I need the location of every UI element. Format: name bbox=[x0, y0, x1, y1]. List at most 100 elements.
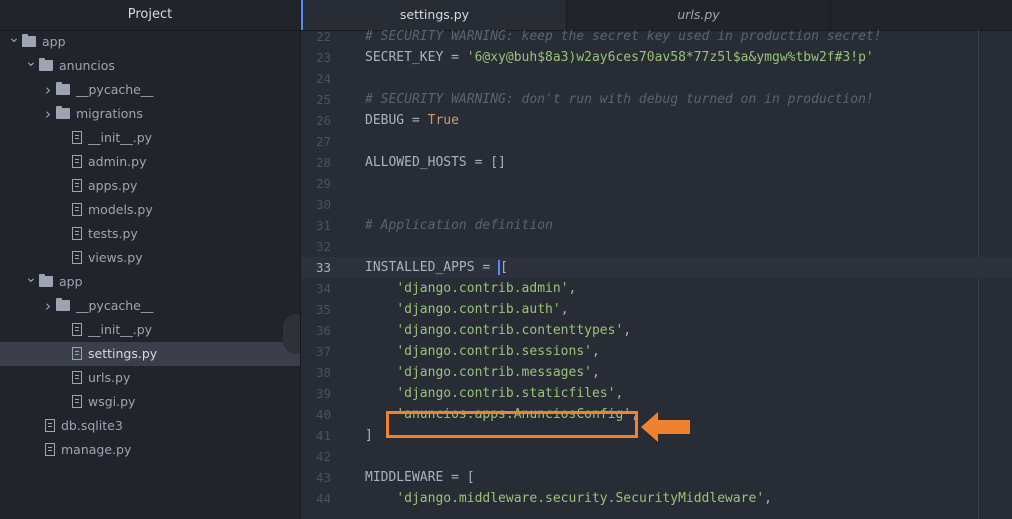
folder-icon bbox=[56, 106, 70, 119]
code-text: DEBUG = True bbox=[365, 113, 459, 128]
resize-handle[interactable] bbox=[283, 314, 300, 354]
code-line[interactable]: 42 bbox=[301, 446, 1012, 467]
code-line[interactable]: 30 bbox=[301, 194, 1012, 215]
code-line[interactable]: 22 # SECURITY WARNING: keep the secret ke… bbox=[301, 30, 1012, 47]
tree-item-label: urls.py bbox=[88, 370, 131, 385]
tree-file[interactable]: manage.py bbox=[0, 438, 300, 462]
code-text: 'django.contrib.auth', bbox=[396, 302, 569, 317]
tree-item-label: admin.py bbox=[88, 154, 147, 169]
tree-item-label: app bbox=[42, 34, 66, 49]
code-line[interactable]: 37 'django.contrib.sessions', bbox=[301, 341, 1012, 362]
code-line[interactable]: 35 'django.contrib.auth', bbox=[301, 299, 1012, 320]
tree-item-label: __init__.py bbox=[88, 130, 153, 145]
code-line[interactable]: 23 SECRET_KEY = '6@xy@buh$8a3)w2ay6ces70a… bbox=[301, 47, 1012, 68]
line-number: 36 bbox=[315, 323, 331, 338]
code-text: # Application definition bbox=[365, 218, 553, 233]
line-number: 31 bbox=[315, 218, 331, 233]
tree-file[interactable]: db.sqlite3 bbox=[0, 414, 300, 438]
line-number: 42 bbox=[315, 449, 331, 464]
code-text: ] bbox=[365, 428, 373, 443]
tree-file[interactable]: __init__.py bbox=[0, 126, 300, 150]
file-icon bbox=[45, 419, 55, 432]
code-text: 'django.contrib.messages', bbox=[396, 365, 600, 380]
tree-folder[interactable]: › migrations bbox=[0, 102, 300, 126]
line-number: 35 bbox=[315, 302, 331, 317]
line-number: 33 bbox=[315, 260, 331, 275]
tab-urls-py[interactable]: urls.py bbox=[566, 0, 831, 30]
tree-file[interactable]: wsgi.py bbox=[0, 390, 300, 414]
line-number: 28 bbox=[315, 155, 331, 170]
tree-file[interactable]: apps.py bbox=[0, 174, 300, 198]
code-line[interactable]: 36 'django.contrib.contenttypes', bbox=[301, 320, 1012, 341]
tree-file[interactable]: models.py bbox=[0, 198, 300, 222]
line-number: 25 bbox=[315, 92, 331, 107]
tree-file[interactable]: views.py bbox=[0, 246, 300, 270]
tree-item-label: manage.py bbox=[61, 442, 132, 457]
tree-file[interactable]: settings.py bbox=[0, 342, 300, 366]
code-line[interactable]: 39 'django.contrib.staticfiles', bbox=[301, 383, 1012, 404]
chevron-right-icon[interactable]: › bbox=[42, 78, 54, 102]
line-number: 41 bbox=[315, 428, 331, 443]
tree-item-label: views.py bbox=[88, 250, 143, 265]
line-number: 23 bbox=[315, 50, 331, 65]
code-line[interactable]: 44 'django.middleware.security.SecurityM… bbox=[301, 488, 1012, 509]
file-tree: ⌄ app ⌄ anuncios › __pycache__ › migrations __in… bbox=[0, 30, 300, 462]
tree-item-label: anuncios bbox=[59, 58, 115, 73]
chevron-right-icon[interactable]: › bbox=[42, 102, 54, 126]
tree-file[interactable]: __init__.py bbox=[0, 318, 300, 342]
arrow-left-icon bbox=[641, 412, 690, 442]
code-text: # SECURITY WARNING: don't run with debug… bbox=[365, 92, 874, 107]
code-line[interactable]: 27 bbox=[301, 131, 1012, 152]
folder-icon bbox=[22, 34, 36, 47]
tree-file[interactable]: tests.py bbox=[0, 222, 300, 246]
tree-item-label: migrations bbox=[76, 106, 143, 121]
tree-folder[interactable]: ⌄ anuncios bbox=[0, 54, 300, 78]
code-line[interactable]: 25 # SECURITY WARNING: don't run with deb… bbox=[301, 89, 1012, 110]
code-line[interactable]: 38 'django.contrib.messages', bbox=[301, 362, 1012, 383]
line-number: 34 bbox=[315, 281, 331, 296]
line-number: 44 bbox=[315, 491, 331, 506]
folder-icon bbox=[39, 58, 53, 71]
tree-folder[interactable]: › __pycache__ bbox=[0, 294, 300, 318]
tab-settings-py[interactable]: settings.py bbox=[301, 0, 566, 30]
file-icon bbox=[72, 131, 82, 144]
code-line[interactable]: 32 bbox=[301, 236, 1012, 257]
code-text: 'django.contrib.sessions', bbox=[396, 344, 600, 359]
code-line[interactable]: 29 bbox=[301, 173, 1012, 194]
file-icon bbox=[72, 323, 82, 336]
tree-folder[interactable]: ⌄ app bbox=[0, 30, 300, 54]
code-line[interactable]: 24 bbox=[301, 68, 1012, 89]
file-icon bbox=[72, 371, 82, 384]
tree-item-label: app bbox=[59, 274, 83, 289]
line-number: 24 bbox=[315, 71, 331, 86]
chevron-down-icon[interactable]: ⌄ bbox=[8, 26, 20, 50]
tree-item-label: models.py bbox=[88, 202, 153, 217]
tree-item-label: apps.py bbox=[88, 178, 138, 193]
tree-folder[interactable]: ⌄ app bbox=[0, 270, 300, 294]
code-line[interactable]: 43 MIDDLEWARE = [ bbox=[301, 467, 1012, 488]
tree-item-label: __init__.py bbox=[88, 322, 153, 337]
code-text: 'django.contrib.contenttypes', bbox=[396, 323, 632, 338]
file-icon bbox=[72, 155, 82, 168]
code-line[interactable]: 34 'django.contrib.admin', bbox=[301, 278, 1012, 299]
code-line[interactable]: 28 ALLOWED_HOSTS = [] bbox=[301, 152, 1012, 173]
code-text: MIDDLEWARE = [ bbox=[365, 470, 475, 485]
tree-item-label: __pycache__ bbox=[76, 82, 154, 97]
chevron-down-icon[interactable]: ⌄ bbox=[25, 50, 37, 74]
folder-icon bbox=[39, 274, 53, 287]
code-editor[interactable]: 22 # SECURITY WARNING: keep the secret ke… bbox=[301, 30, 1012, 519]
highlight-box bbox=[386, 411, 638, 438]
chevron-down-icon[interactable]: ⌄ bbox=[25, 266, 37, 290]
file-icon bbox=[72, 251, 82, 264]
line-number: 30 bbox=[315, 197, 331, 212]
tree-file[interactable]: admin.py bbox=[0, 150, 300, 174]
tree-file[interactable]: urls.py bbox=[0, 366, 300, 390]
code-line[interactable]: 33 INSTALLED_APPS = [ bbox=[301, 257, 1012, 278]
tree-folder[interactable]: › __pycache__ bbox=[0, 78, 300, 102]
code-text: INSTALLED_APPS = [ bbox=[365, 260, 508, 275]
code-line[interactable]: 31 # Application definition bbox=[301, 215, 1012, 236]
chevron-right-icon[interactable]: › bbox=[42, 294, 54, 318]
code-line[interactable]: 26 DEBUG = True bbox=[301, 110, 1012, 131]
file-icon bbox=[45, 443, 55, 456]
code-text: 'django.middleware.security.SecurityMidd… bbox=[396, 491, 772, 506]
